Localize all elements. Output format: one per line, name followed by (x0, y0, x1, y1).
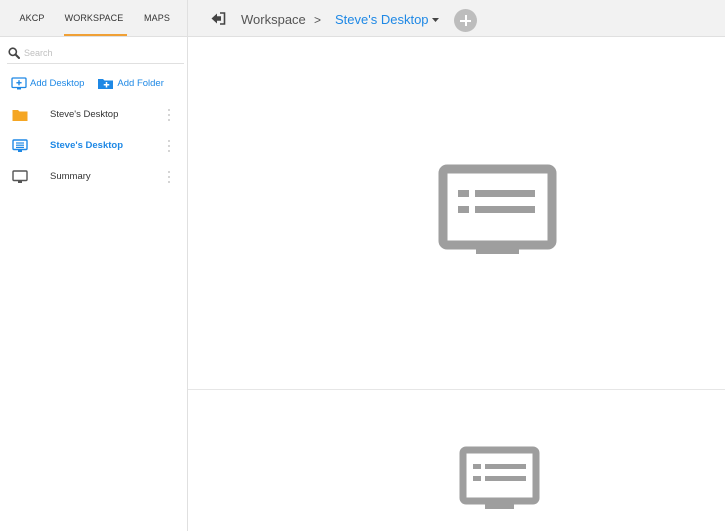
caret-down-icon[interactable] (432, 18, 439, 22)
breadcrumb-current-desktop[interactable]: Steve's Desktop (335, 0, 429, 40)
sign-in-icon[interactable] (211, 12, 226, 25)
tree-item-label: Steve's Desktop (50, 109, 119, 120)
tab-workspace[interactable]: WORKSPACE (60, 0, 128, 37)
desktop-list-icon (438, 164, 557, 254)
desktop-list-icon (459, 446, 540, 509)
tree-item-desktop-active[interactable]: Steve's Desktop (0, 131, 188, 161)
add-folder-icon (98, 78, 114, 89)
summary-panel[interactable] (188, 391, 725, 531)
monitor-icon (12, 170, 28, 183)
tree-item-summary[interactable]: Summary (0, 162, 188, 192)
tree-item-folder[interactable]: Steve's Desktop (0, 100, 188, 130)
search-input[interactable] (24, 44, 179, 62)
tree-item-label: Steve's Desktop (50, 140, 124, 151)
search-box (7, 42, 184, 64)
more-options-icon[interactable] (166, 108, 172, 122)
sidebar-actions: Add Desktop Add Folder (11, 75, 177, 91)
more-options-icon[interactable] (166, 139, 172, 153)
sidebar-tabs: AKCP WORKSPACE MAPS (0, 0, 187, 37)
sidebar: AKCP WORKSPACE MAPS Add Desktop (0, 0, 188, 531)
desktop-list-icon (12, 139, 28, 152)
tab-maps[interactable]: MAPS (136, 0, 178, 37)
add-desktop-button[interactable]: Add Desktop (11, 76, 84, 90)
tab-akcp[interactable]: AKCP (10, 0, 54, 37)
desktop-panel[interactable] (188, 38, 725, 390)
breadcrumb-workspace[interactable]: Workspace (241, 0, 306, 40)
tree-item-label: Summary (50, 171, 91, 182)
more-options-icon[interactable] (166, 170, 172, 184)
add-folder-button[interactable]: Add Folder (97, 77, 164, 90)
search-icon (8, 47, 20, 59)
top-bar: Workspace > Steve's Desktop (188, 0, 725, 37)
add-desktop-icon (11, 76, 27, 89)
active-tab-indicator (64, 34, 127, 36)
add-button[interactable] (454, 9, 477, 32)
breadcrumb-separator: > (314, 13, 322, 27)
folder-icon (12, 110, 28, 121)
